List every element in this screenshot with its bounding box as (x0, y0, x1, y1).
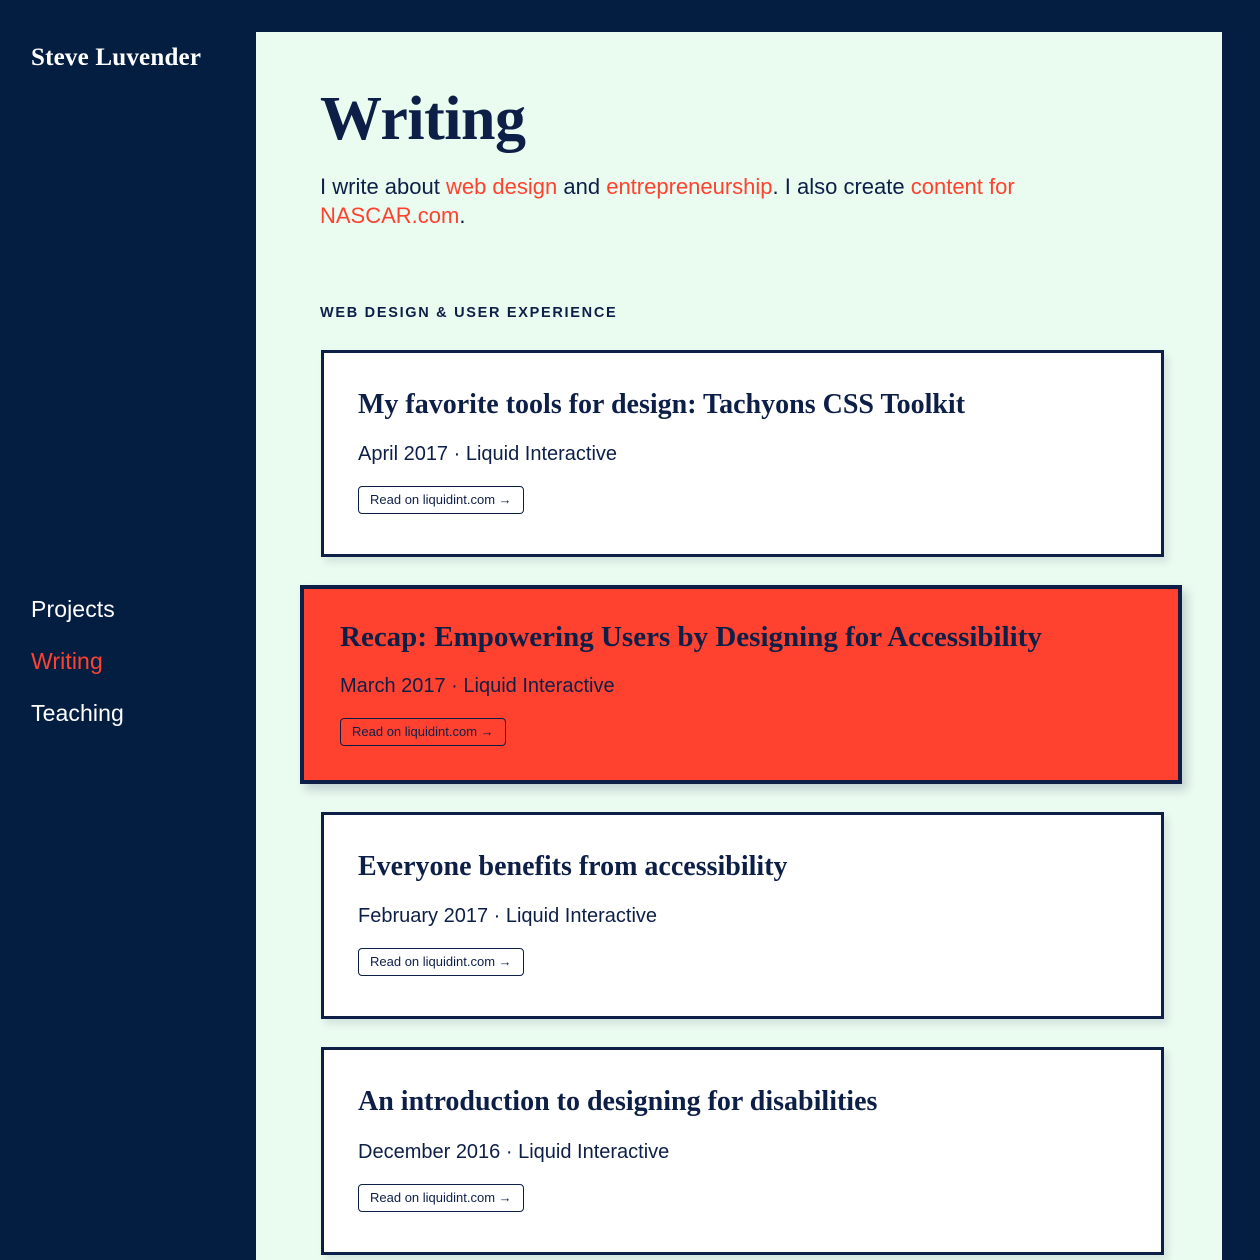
page-intro: I write about web design and entrepreneu… (320, 172, 1120, 230)
article-title: My favorite tools for design: Tachyons C… (358, 389, 966, 420)
read-article-button[interactable]: Read on liquidint.com → (358, 948, 524, 977)
sidebar-item-writing[interactable]: Writing (31, 635, 231, 687)
article-meta: December 2016 · Liquid Interactive (358, 1140, 670, 1163)
intro-text-part-4: . (459, 203, 466, 229)
sidebar: Steve Luvender Projects Writing Teaching (0, 0, 256, 1260)
link-web-design[interactable]: web design (446, 174, 557, 199)
article-title: Recap: Empowering Users by Designing for… (340, 621, 1042, 654)
read-article-button[interactable]: Read on liquidint.com → (358, 1183, 524, 1212)
site-title[interactable]: Steve Luvender (31, 44, 201, 72)
article-meta: April 2017 · Liquid Interactive (358, 443, 618, 466)
article-card[interactable]: My favorite tools for design: Tachyons C… (321, 350, 1164, 558)
content-panel: Writing I write about web design and ent… (256, 32, 1222, 1260)
page-title: Writing (320, 85, 526, 153)
intro-text-part-2: and (557, 174, 607, 199)
intro-text-part-3: . I also create (772, 174, 911, 199)
sidebar-item-teaching[interactable]: Teaching (31, 687, 231, 739)
section-heading-web-design: Web Design & User Experience (320, 305, 618, 321)
article-title: An introduction to designing for disabil… (358, 1086, 878, 1118)
read-article-button[interactable]: Read on liquidint.com → (358, 486, 524, 515)
link-entrepreneurship[interactable]: entrepreneurship (606, 174, 772, 199)
article-card-featured[interactable]: Recap: Empowering Users by Designing for… (300, 585, 1182, 784)
article-card[interactable]: Everyone benefits from accessibility Feb… (321, 811, 1164, 1020)
read-article-button[interactable]: Read on liquidint.com → (340, 717, 506, 746)
sidebar-footer-partial (31, 1254, 221, 1260)
article-card[interactable]: An introduction to designing for disabil… (321, 1047, 1164, 1255)
intro-text-part-1: I write about (320, 174, 446, 199)
article-title: Everyone benefits from accessibility (358, 850, 788, 882)
article-meta: March 2017 · Liquid Interactive (340, 674, 615, 697)
sidebar-item-projects[interactable]: Projects (31, 583, 231, 635)
sidebar-nav: Projects Writing Teaching (31, 583, 231, 739)
article-card-list: My favorite tools for design: Tachyons C… (256, 350, 1222, 1260)
article-meta: February 2017 · Liquid Interactive (358, 905, 658, 928)
